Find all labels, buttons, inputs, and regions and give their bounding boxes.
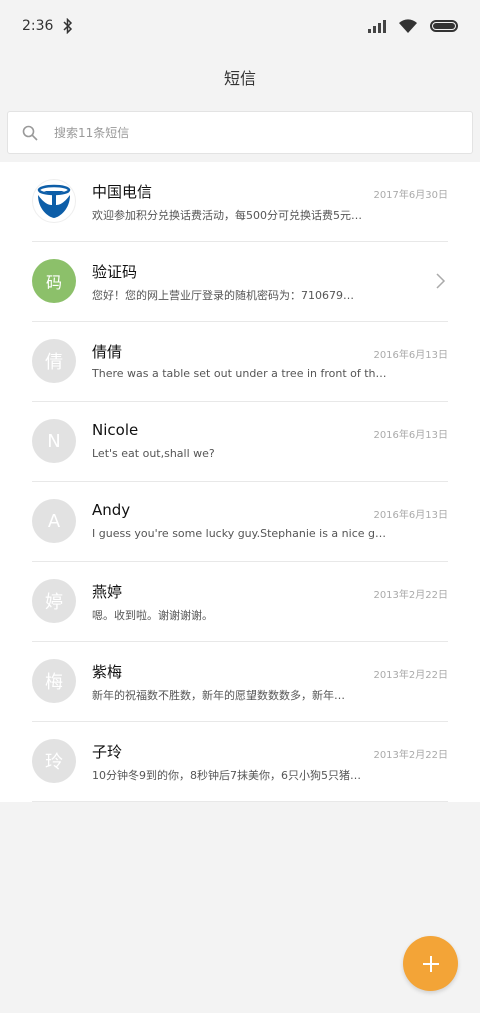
new-message-button[interactable] [403, 936, 458, 991]
bluetooth-icon [63, 18, 73, 34]
conversation-preview: Let's eat out,shall we? [92, 447, 215, 460]
conversation-preview: I guess you're some lucky guy.Stephanie … [92, 527, 388, 540]
conversation-preview: 欢迎参加积分兑换话费活动，每500分可兑换话费5元… [92, 209, 362, 222]
grey-avatar: N [32, 419, 76, 463]
plus-icon [422, 955, 439, 972]
conversation-name: 验证码 [92, 263, 138, 281]
avatar-text: 玲 [45, 752, 63, 773]
conversation-row[interactable]: 码 验证码 您好！您的网上营业厅登录的随机密码为：710679… [32, 242, 448, 322]
search-icon [22, 125, 38, 141]
conversation-date: 2013年2月22日 [373, 590, 448, 601]
signal-icon [368, 19, 386, 33]
status-right [368, 18, 458, 34]
search-bar[interactable] [7, 111, 473, 154]
status-bar: 2:36 [0, 0, 480, 52]
conversation-name: 紫梅 [92, 663, 123, 681]
avatar-text: A [47, 510, 61, 532]
conversation-preview: 新年的祝福数不胜数，新年的愿望数数数多，新年… [92, 689, 345, 702]
conversation-date: 2016年6月13日 [373, 510, 448, 521]
conversation-date: 2016年6月13日 [373, 430, 448, 441]
avatar-text: N [47, 430, 61, 452]
conversation-preview: There was a table set out under a tree i… [92, 367, 387, 380]
conversation-name: 燕婷 [92, 583, 123, 601]
status-time: 2:36 [22, 18, 54, 34]
conversation-date: 2016年6月13日 [373, 350, 448, 361]
conversation-row[interactable]: N Nicole Let's eat out,shall we? 2016年6月… [32, 402, 448, 482]
conversation-preview: 嗯。收到啦。谢谢谢谢。 [92, 609, 213, 622]
china-telecom-logo [32, 179, 76, 223]
chevron-right-icon[interactable] [432, 273, 448, 289]
conversation-date: 2013年2月22日 [373, 670, 448, 681]
title-bar: 短信 [0, 52, 480, 102]
conversation-row[interactable]: 梅 紫梅 新年的祝福数不胜数，新年的愿望数数数多，新年… 2013年2月22日 [32, 642, 448, 722]
conversation-name: 子玲 [92, 743, 123, 761]
grey-avatar: A [32, 499, 76, 543]
avatar-text: 倩 [45, 352, 63, 373]
conversation-preview: 您好！您的网上营业厅登录的随机密码为：710679… [92, 289, 354, 302]
green-code-avatar: 码 [32, 259, 76, 303]
conversation-row[interactable]: 玲 子玲 10分钟冬9到的你，8秒钟后7抹美你，6只小狗5只猪… 2013年2月… [32, 722, 448, 802]
grey-avatar: 倩 [32, 339, 76, 383]
conversation-list: 中国电信 欢迎参加积分兑换话费活动，每500分可兑换话费5元… 2017年6月3… [0, 162, 480, 802]
conversation-name: 倩倩 [92, 343, 123, 361]
conversation-row[interactable]: 中国电信 欢迎参加积分兑换话费活动，每500分可兑换话费5元… 2017年6月3… [32, 162, 448, 242]
avatar-text: 梅 [45, 672, 63, 693]
search-input[interactable] [52, 124, 436, 141]
status-left: 2:36 [22, 18, 73, 34]
grey-avatar: 婷 [32, 579, 76, 623]
conversation-name: 中国电信 [92, 183, 153, 201]
avatar-text: 婷 [45, 592, 63, 613]
grey-avatar: 梅 [32, 659, 76, 703]
conversation-row[interactable]: A Andy I guess you're some lucky guy.Ste… [32, 482, 448, 562]
conversation-date: 2017年6月30日 [373, 190, 448, 201]
page-title: 短信 [223, 69, 256, 88]
conversation-name: Andy [92, 501, 131, 519]
conversation-preview: 10分钟冬9到的你，8秒钟后7抹美你，6只小狗5只猪… [92, 769, 361, 782]
battery-icon [430, 20, 458, 32]
grey-avatar: 玲 [32, 739, 76, 783]
conversation-row[interactable]: 倩 倩倩 There was a table set out under a t… [32, 322, 448, 402]
conversation-row[interactable]: 婷 燕婷 嗯。收到啦。谢谢谢谢。 2013年2月22日 [32, 562, 448, 642]
conversation-date: 2013年2月22日 [373, 750, 448, 761]
avatar-text: 码 [45, 273, 62, 292]
conversation-name: Nicole [92, 421, 139, 439]
wifi-icon [399, 18, 417, 33]
